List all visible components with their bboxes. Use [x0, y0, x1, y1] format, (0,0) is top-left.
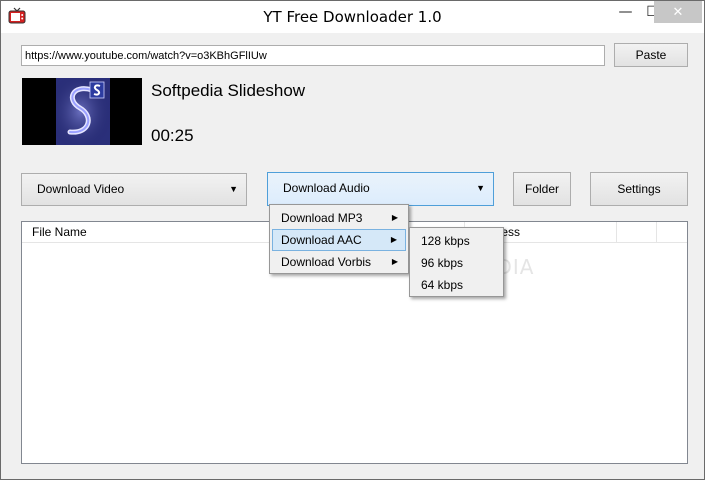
- video-duration: 00:25: [151, 126, 194, 145]
- column-file-name[interactable]: File Name: [24, 222, 264, 242]
- download-video-label: Download Video: [37, 182, 125, 196]
- download-audio-menu: Download MP3 ▶ Download AAC ▶ Download V…: [269, 204, 409, 274]
- video-thumbnail: [22, 78, 142, 145]
- paste-button[interactable]: Paste: [614, 43, 688, 67]
- menu-item-label: Download Vorbis: [281, 255, 372, 269]
- folder-button[interactable]: Folder: [513, 172, 571, 206]
- minimize-button[interactable]: —: [612, 1, 639, 23]
- close-icon: ✕: [672, 5, 684, 20]
- window-title: YT Free Downloader 1.0: [263, 8, 442, 26]
- video-title: Softpedia Slideshow: [151, 81, 306, 100]
- menu-item-download-aac[interactable]: Download AAC ▶: [272, 229, 406, 251]
- thumbnail-image: [22, 78, 142, 145]
- menu-item-128-kbps[interactable]: 128 kbps: [412, 230, 501, 252]
- app-window: YT Free Downloader 1.0 — ☐ ✕ Paste Softp…: [0, 0, 705, 480]
- dropdown-arrow-icon: ▼: [229, 184, 238, 194]
- menu-item-label: Download AAC: [281, 233, 362, 247]
- submenu-arrow-icon: ▶: [391, 213, 398, 222]
- close-button[interactable]: ✕: [654, 1, 702, 23]
- url-input[interactable]: [21, 45, 605, 66]
- submenu-arrow-icon: ▶: [390, 235, 397, 244]
- menu-item-64-kbps[interactable]: 64 kbps: [412, 274, 501, 296]
- menu-item-download-vorbis[interactable]: Download Vorbis ▶: [272, 251, 406, 273]
- aac-bitrate-submenu: 128 kbps 96 kbps 64 kbps: [409, 227, 504, 297]
- column-divider: [616, 222, 617, 242]
- download-audio-label: Download Audio: [283, 181, 370, 195]
- menu-item-download-mp3[interactable]: Download MP3 ▶: [272, 207, 406, 229]
- dropdown-arrow-icon: ▼: [476, 183, 485, 193]
- submenu-arrow-icon: ▶: [391, 257, 398, 266]
- column-divider: [656, 222, 657, 242]
- menu-item-label: Download MP3: [281, 211, 363, 225]
- settings-button[interactable]: Settings: [590, 172, 688, 206]
- menu-item-96-kbps[interactable]: 96 kbps: [412, 252, 501, 274]
- download-video-button[interactable]: Download Video ▼: [21, 173, 247, 206]
- title-bar[interactable]: YT Free Downloader 1.0 — ☐ ✕: [1, 1, 704, 33]
- download-audio-button[interactable]: Download Audio ▼: [267, 172, 494, 206]
